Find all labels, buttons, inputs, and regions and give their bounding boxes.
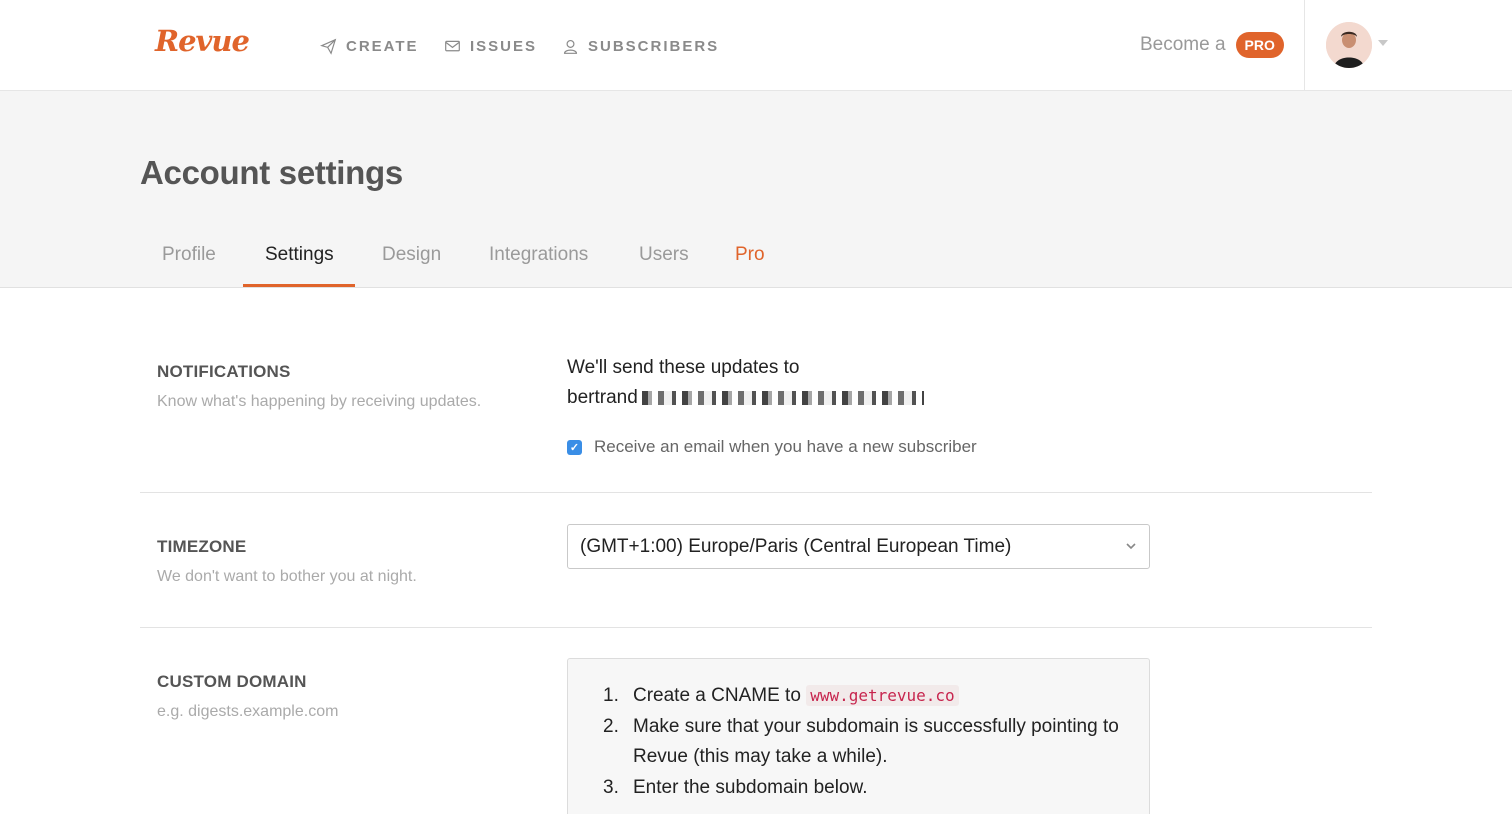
send-to-line: We'll send these updates to xyxy=(567,357,800,378)
timezone-title: TIMEZONE xyxy=(157,537,247,556)
nav-issues-label: ISSUES xyxy=(470,37,538,55)
list-item: 1. Create a CNAME to www.getrevue.co xyxy=(603,681,1133,712)
tab-profile[interactable]: Profile xyxy=(162,244,216,266)
step-text: Create a CNAME to www.getrevue.co xyxy=(633,681,959,712)
tab-pro[interactable]: Pro xyxy=(735,244,765,266)
email-prefix: bertrand xyxy=(567,387,638,408)
timezone-select[interactable]: (GMT+1:00) Europe/Paris (Central Europea… xyxy=(567,524,1150,569)
nav-divider xyxy=(1304,0,1305,91)
list-item: 3. Enter the subdomain below. xyxy=(603,773,1133,804)
page-header: Account settings Profile Settings Design… xyxy=(0,91,1512,288)
checkbox-label: Receive an email when you have a new sub… xyxy=(594,437,977,456)
step-3-text: Enter the subdomain below. xyxy=(633,776,868,798)
user-avatar[interactable] xyxy=(1326,22,1372,68)
become-text: Become a xyxy=(1140,34,1226,55)
tab-integrations[interactable]: Integrations xyxy=(489,244,588,266)
account-menu-caret-icon[interactable] xyxy=(1378,40,1388,46)
revue-logo[interactable]: Revue xyxy=(155,24,250,58)
page-title: Account settings xyxy=(140,154,403,191)
notifications-description: Know what's happening by receiving updat… xyxy=(157,393,482,410)
nav-create[interactable]: CREATE xyxy=(320,36,419,56)
timezone-selected-value: (GMT+1:00) Europe/Paris (Central Europea… xyxy=(580,535,1012,557)
nav-subscribers-label: SUBSCRIBERS xyxy=(588,37,720,55)
step-1-text: Create a CNAME to xyxy=(633,685,801,706)
custom-domain-instructions: 1. Create a CNAME to www.getrevue.co 2. … xyxy=(567,658,1150,814)
chevron-down-icon xyxy=(1126,543,1136,550)
paper-plane-icon xyxy=(320,38,337,55)
tab-users[interactable]: Users xyxy=(639,244,689,266)
custom-domain-title: CUSTOM DOMAIN xyxy=(157,672,307,691)
redacted-email xyxy=(641,390,924,405)
notifications-title: NOTIFICATIONS xyxy=(157,362,291,381)
new-subscriber-email-option[interactable]: ✓ Receive an email when you have a new s… xyxy=(567,437,977,457)
tab-settings[interactable]: Settings xyxy=(265,244,334,266)
nav-subscribers[interactable]: SUBSCRIBERS xyxy=(562,36,719,56)
top-navbar: Revue CREATE ISSUES SUBSCRIBERS Become a… xyxy=(0,0,1512,91)
timezone-description: We don't want to bother you at night. xyxy=(157,568,417,585)
section-divider xyxy=(140,627,1372,628)
step-number: 1. xyxy=(603,685,619,706)
pro-badge: PRO xyxy=(1235,32,1284,58)
notifications-recipient: We'll send these updates to bertrand xyxy=(567,353,924,413)
user-icon xyxy=(563,39,578,54)
nav-issues[interactable]: ISSUES xyxy=(444,36,537,56)
step-number: 2. xyxy=(603,715,619,737)
nav-create-label: CREATE xyxy=(346,37,419,55)
avatar-portrait xyxy=(1326,22,1372,68)
step-number: 3. xyxy=(603,776,619,798)
custom-domain-description: e.g. digests.example.com xyxy=(157,703,339,720)
instructions-list: 1. Create a CNAME to www.getrevue.co 2. … xyxy=(603,681,1133,803)
envelope-icon xyxy=(445,40,460,51)
section-divider xyxy=(140,492,1372,493)
step-2-text: Make sure that your subdomain is success… xyxy=(633,715,1119,768)
cname-code: www.getrevue.co xyxy=(806,685,959,706)
email-line: bertrand xyxy=(567,383,924,413)
tab-design[interactable]: Design xyxy=(382,244,441,266)
list-item: 2. Make sure that your subdomain is succ… xyxy=(603,712,1133,773)
checkbox-checked-icon[interactable]: ✓ xyxy=(567,439,582,455)
become-pro-link[interactable]: Become a PRO xyxy=(1140,32,1284,58)
active-tab-indicator xyxy=(243,284,355,287)
